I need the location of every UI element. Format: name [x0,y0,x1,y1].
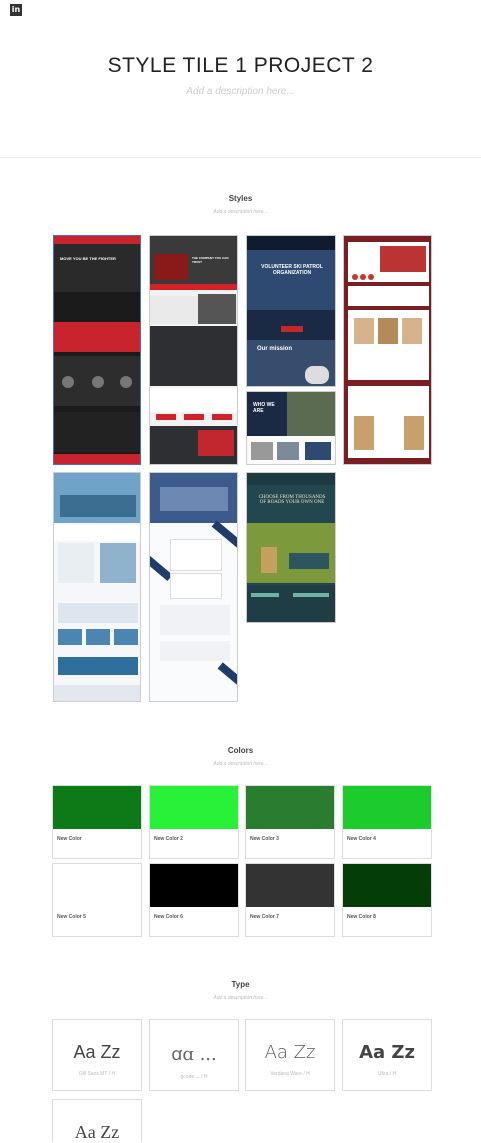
type-card-1[interactable]: Aa Zz Gill Sans MT / H [52,1019,142,1091]
color-swatch-label: New Color [57,836,82,842]
colors-section-header: Colors Add a description here... [0,746,481,767]
style-tile-2[interactable]: THE COMPANY YOU CAN TRUST [149,235,238,465]
color-swatch-label: New Color 5 [57,914,86,920]
color-swatch-3[interactable]: New Color 3 [245,785,335,859]
page-description[interactable]: Add a description here... [0,86,481,97]
style-tile-4[interactable] [343,235,432,465]
color-swatch-fill [150,864,238,907]
type-font-name: Ultra / H [377,1071,397,1077]
style-tile-7-headline: CHOOSE FROM THOUSANDS OF ROADS YOUR OWN … [258,495,326,505]
app-logo[interactable]: in [10,4,22,16]
type-sample: Aa Zz [264,1042,316,1063]
type-card-5[interactable]: Aa Zz [52,1099,142,1142]
color-swatch-fill [53,864,141,907]
type-font-name: gcode ... / H [180,1074,208,1080]
color-swatch-label: New Color 3 [250,836,279,842]
color-swatch-label: New Color 7 [250,914,279,920]
style-tile-1-headline: MOVE YOU BE THE FIGHTER [60,256,116,261]
color-swatch-5[interactable]: New Color 5 [52,863,142,937]
style-tile-3-mission: Our mission [257,346,293,352]
page-title[interactable]: STYLE TILE 1 PROJECT 2 [0,54,481,78]
type-card-2[interactable]: ꭤɑ ... gcode ... / H [149,1019,239,1091]
color-swatch-2[interactable]: New Color 2 [149,785,239,859]
style-tile-7[interactable]: CHOOSE FROM THOUSANDS OF ROADS YOUR OWN … [246,472,336,623]
type-sample: Aa Zz [74,1122,120,1142]
color-swatch-8[interactable]: New Color 8 [342,863,432,937]
color-swatch-1[interactable]: New Color [52,785,142,859]
color-swatch-fill [246,864,334,907]
color-swatch-label: New Color 2 [154,836,183,842]
type-sample: Aa Zz [73,1042,121,1062]
style-tile-3-headline: VOLUNTEER SKI PATROL ORGANIZATION [261,264,323,276]
colors-title[interactable]: Colors [0,746,481,755]
type-font-name: Verdana Ware / H [270,1071,310,1077]
color-swatch-fill [343,864,431,907]
color-swatch-fill [150,786,238,829]
type-title[interactable]: Type [0,980,481,989]
styles-title[interactable]: Styles [0,194,481,203]
type-sample: Aa Zz [359,1042,415,1063]
color-swatch-label: New Color 4 [347,836,376,842]
color-swatch-label: New Color 8 [347,914,376,920]
style-tile-6[interactable] [149,472,238,702]
type-section-header: Type Add a description here... [0,980,481,1001]
color-swatch-4[interactable]: New Color 4 [342,785,432,859]
color-swatch-7[interactable]: New Color 7 [245,863,335,937]
type-card-3[interactable]: Aa Zz Verdana Ware / H [245,1019,335,1091]
type-font-name: Gill Sans MT / H [78,1071,116,1077]
style-tile-2-headline: THE COMPANY YOU CAN TRUST [192,256,229,264]
style-tile-3b[interactable]: WHO WE ARE [246,391,336,465]
page-header: in STYLE TILE 1 PROJECT 2 Add a descript… [0,0,481,158]
color-swatch-fill [53,786,141,829]
color-swatch-6[interactable]: New Color 6 [149,863,239,937]
type-description[interactable]: Add a description here... [0,995,481,1001]
style-tile-3b-headline: WHO WE ARE [253,402,275,414]
color-swatch-label: New Color 6 [154,914,183,920]
style-tile-3[interactable]: VOLUNTEER SKI PATROL ORGANIZATION Our mi… [246,235,336,387]
color-swatch-fill [246,786,334,829]
style-tile-5[interactable] [53,472,141,702]
color-swatch-fill [343,786,431,829]
style-tile-1[interactable]: MOVE YOU BE THE FIGHTER [53,235,141,465]
colors-description[interactable]: Add a description here... [0,761,481,767]
styles-description[interactable]: Add a description here... [0,209,481,215]
styles-section-header: Styles Add a description here... [0,194,481,215]
type-card-4[interactable]: Aa Zz Ultra / H [342,1019,432,1091]
type-sample: ꭤɑ ... [171,1044,217,1065]
